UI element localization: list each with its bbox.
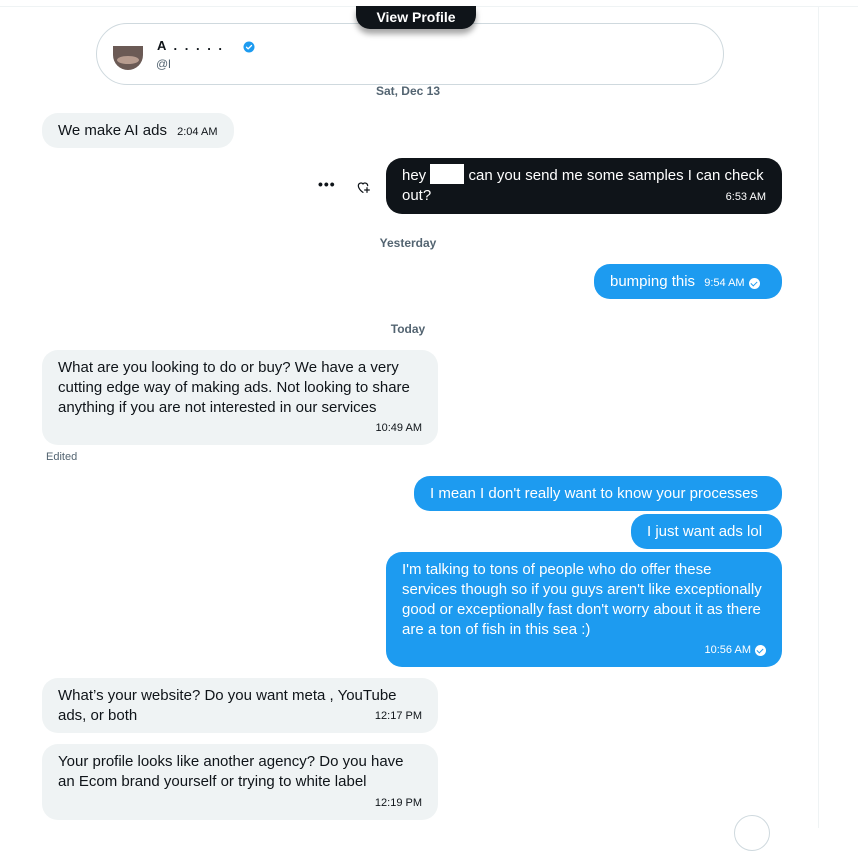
message-outgoing[interactable]: I mean I don't really want to know your …: [414, 476, 782, 511]
message-text: bumping this: [610, 273, 696, 290]
more-icon[interactable]: •••: [318, 176, 336, 192]
message-text: Your profile looks like another agency? …: [58, 753, 404, 790]
message-meta: 9:54 AM: [704, 273, 760, 293]
message-time: 12:19 PM: [374, 797, 422, 809]
check-circle-icon: [748, 277, 760, 289]
message-incoming[interactable]: What’s your website? Do you want meta , …: [42, 678, 438, 733]
message-time: 6:53 AM: [725, 191, 766, 203]
message-text: What are you looking to do or buy? We ha…: [58, 359, 410, 416]
right-divider: [818, 6, 819, 828]
message-time: 10:56 AM: [704, 644, 751, 656]
avatar[interactable]: [113, 46, 143, 70]
message-time: 12:17 PM: [374, 710, 422, 722]
message-time: 2:04 AM: [177, 126, 218, 138]
message-meta: 10:56 AM: [705, 640, 766, 660]
message-incoming[interactable]: What are you looking to do or buy? We ha…: [42, 350, 438, 445]
message-time: 9:54 AM: [704, 277, 745, 289]
message-time: 10:49 AM: [375, 422, 422, 434]
message-outgoing[interactable]: hey can you send me some samples I can c…: [386, 158, 782, 214]
message-outgoing[interactable]: I just want ads lol: [631, 514, 782, 549]
message-incoming[interactable]: We make AI ads 2:04 AM: [42, 113, 234, 148]
date-separator: Yesterday: [379, 236, 437, 250]
check-circle-icon: [755, 644, 766, 656]
message-outgoing[interactable]: I'm talking to tons of people who do off…: [386, 552, 782, 667]
date-separator: Sat, Dec 13: [375, 84, 441, 98]
verified-badge-icon: [243, 41, 255, 53]
scroll-down-button[interactable]: [734, 815, 770, 851]
message-text: I'm talking to tons of people who do off…: [402, 561, 762, 638]
message-text: What’s your website? Do you want meta , …: [58, 687, 397, 724]
redacted-name: [430, 164, 465, 184]
profile-handle: @l: [156, 57, 171, 71]
message-text: I just want ads lol: [647, 523, 763, 540]
edited-label: Edited: [46, 451, 78, 463]
message-text-start: hey: [402, 167, 427, 184]
message-incoming[interactable]: Your profile looks like another agency? …: [42, 744, 438, 820]
view-profile-button[interactable]: View Profile: [356, 6, 476, 29]
message-text: I mean I don't really want to know your …: [430, 485, 759, 502]
heart-plus-icon[interactable]: [355, 179, 371, 195]
date-separator: Today: [390, 322, 426, 336]
profile-card[interactable]: A . . . . . @l: [96, 23, 724, 85]
message-text: We make AI ads: [58, 122, 167, 139]
profile-name: A . . . . .: [157, 38, 225, 53]
message-outgoing[interactable]: bumping this 9:54 AM: [594, 264, 782, 299]
